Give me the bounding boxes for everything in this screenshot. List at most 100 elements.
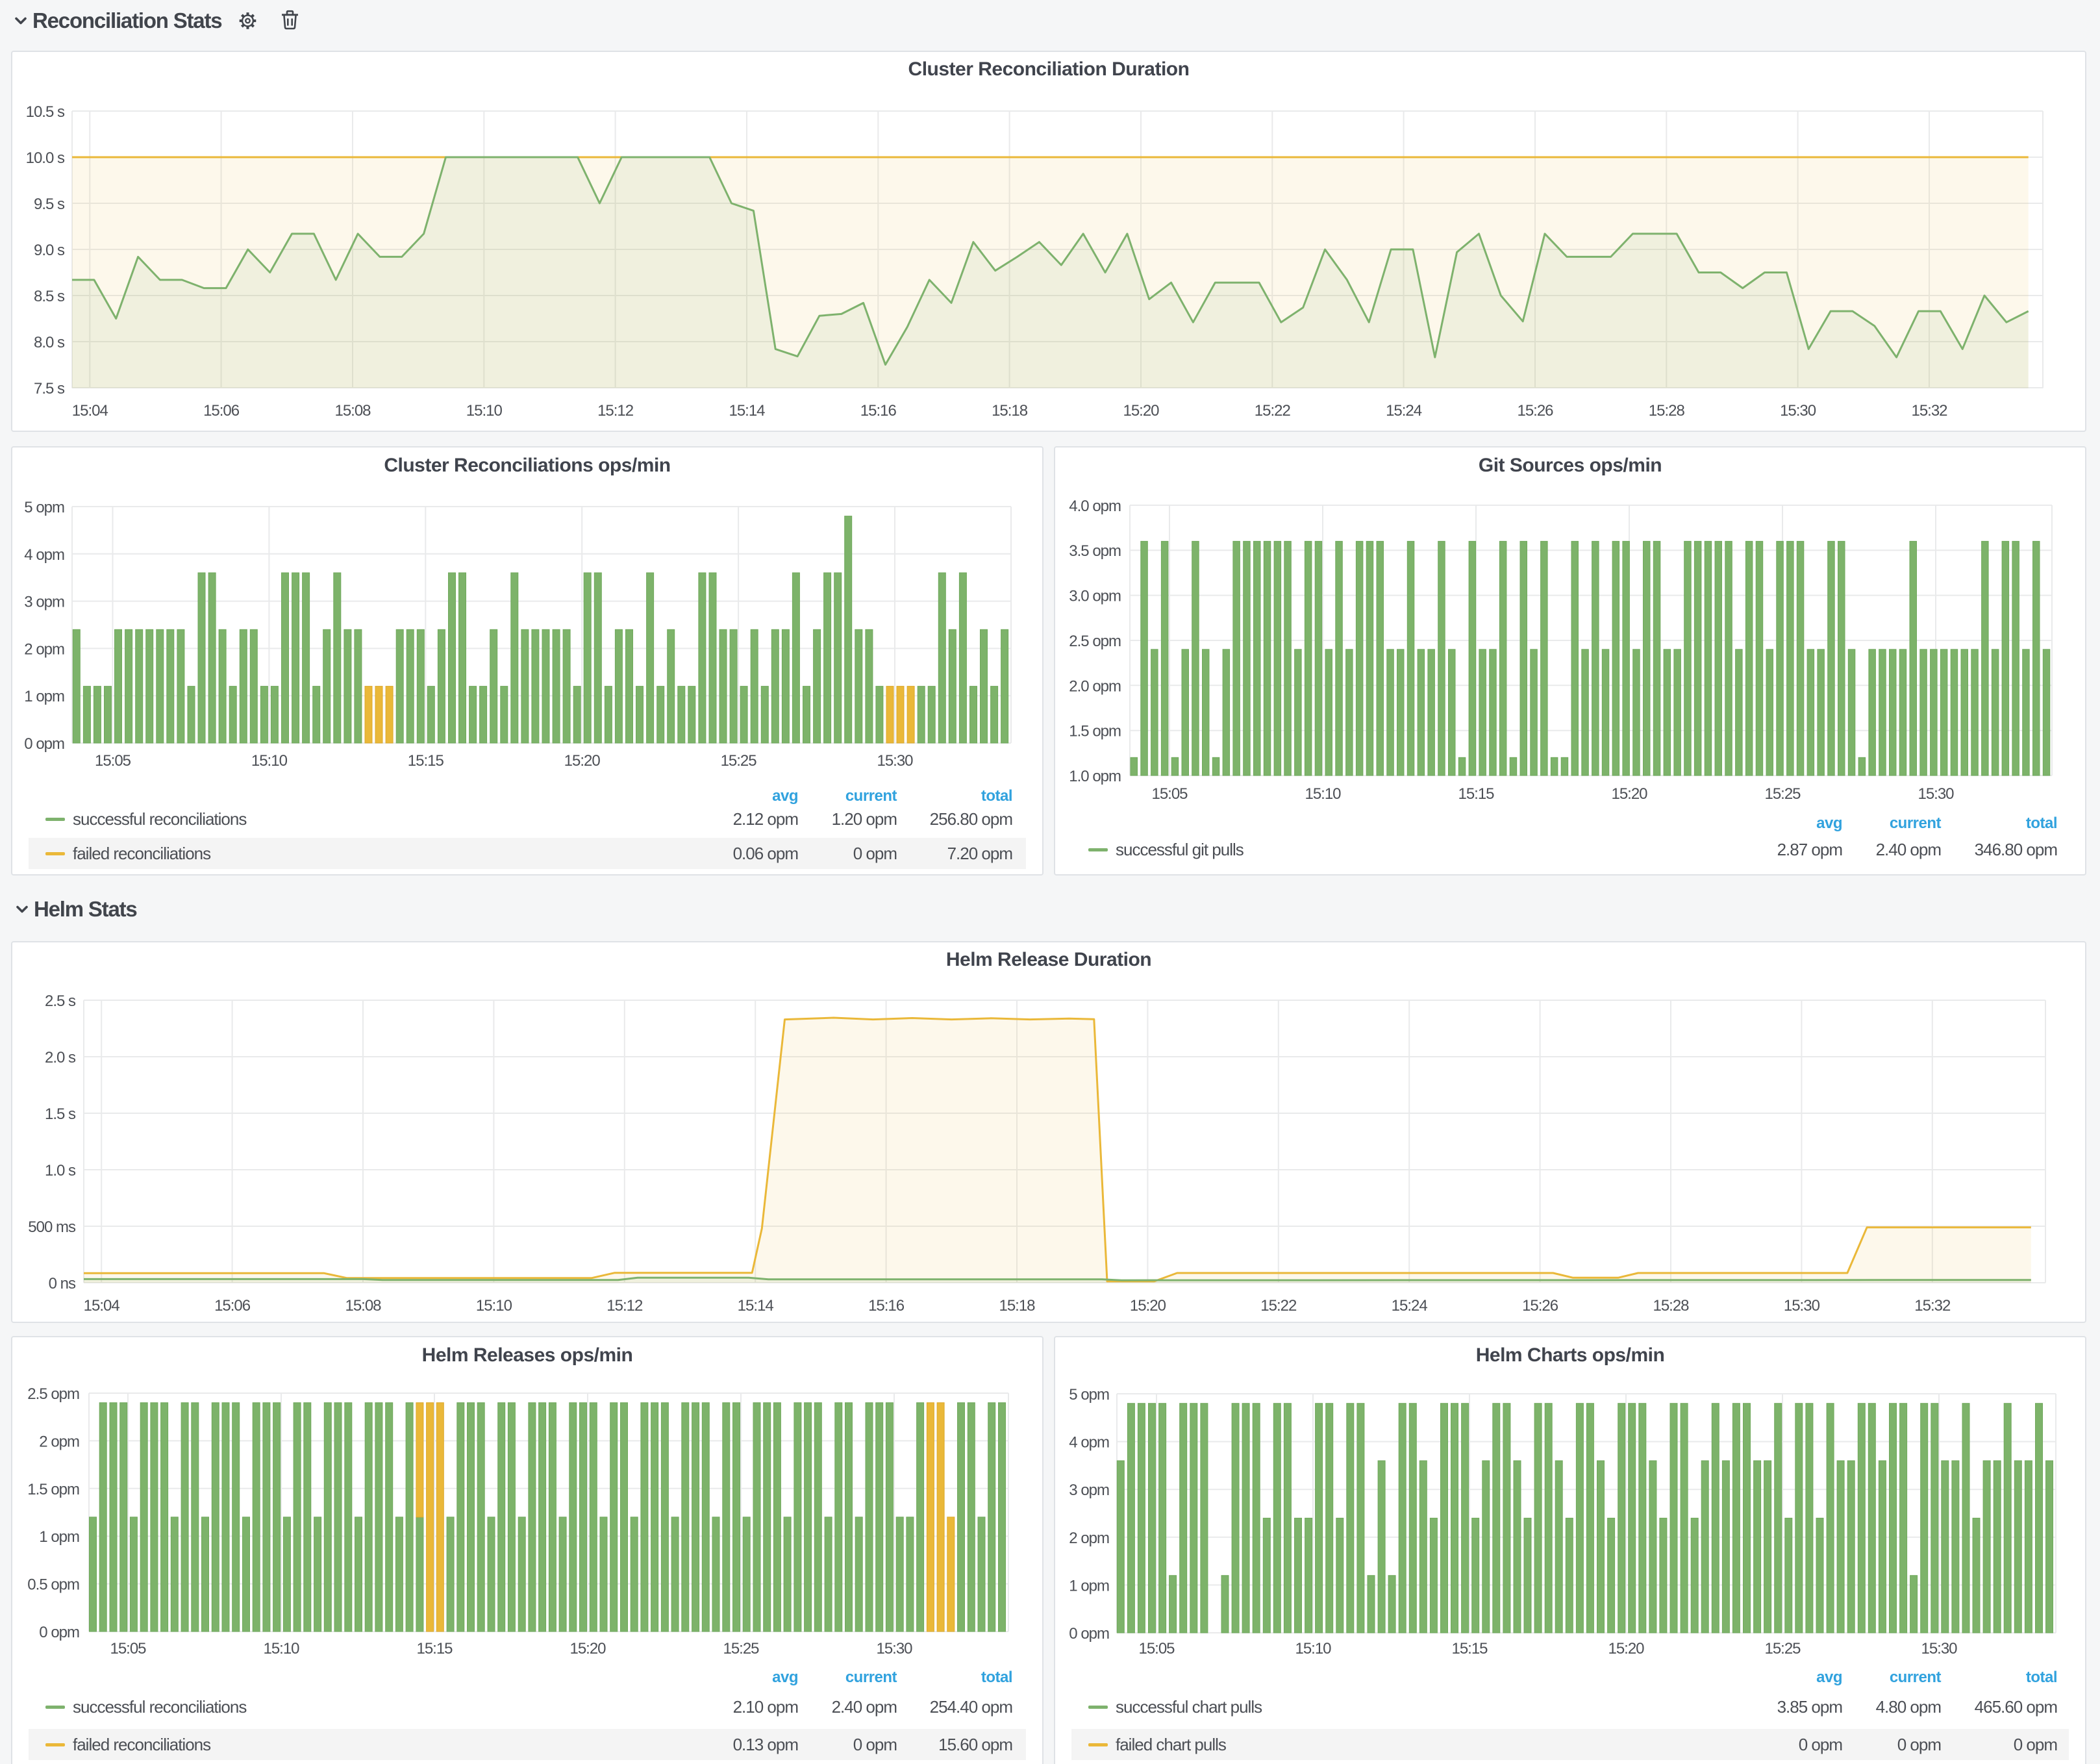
svg-text:15:30: 15:30 xyxy=(1780,402,1816,420)
svg-text:15:25: 15:25 xyxy=(723,1640,759,1657)
svg-text:total: total xyxy=(2026,1669,2057,1686)
svg-text:10.5 s: 10.5 s xyxy=(26,103,65,121)
svg-text:15:15: 15:15 xyxy=(1451,1640,1488,1657)
svg-text:15:25: 15:25 xyxy=(1764,1640,1801,1657)
svg-text:346.80 opm: 346.80 opm xyxy=(1975,840,2057,859)
svg-text:15:10: 15:10 xyxy=(1305,785,1341,803)
svg-text:1 opm: 1 opm xyxy=(39,1528,79,1546)
svg-text:0 opm: 0 opm xyxy=(2014,1735,2057,1754)
svg-text:5 opm: 5 opm xyxy=(24,499,64,516)
svg-text:successful reconciliations: successful reconciliations xyxy=(73,1697,247,1717)
svg-text:2.40 opm: 2.40 opm xyxy=(832,1697,897,1717)
svg-text:current: current xyxy=(1890,1669,1942,1686)
svg-text:7.20 opm: 7.20 opm xyxy=(947,844,1012,863)
svg-text:15:30: 15:30 xyxy=(876,1640,912,1657)
svg-text:15:10: 15:10 xyxy=(476,1297,512,1315)
svg-text:15:10: 15:10 xyxy=(263,1640,299,1657)
svg-text:0 opm: 0 opm xyxy=(39,1624,79,1641)
svg-text:15:26: 15:26 xyxy=(1517,402,1553,420)
svg-text:15:14: 15:14 xyxy=(729,402,765,420)
svg-text:3.85 opm: 3.85 opm xyxy=(1777,1697,1842,1717)
svg-text:1.5 s: 1.5 s xyxy=(45,1105,76,1123)
svg-text:15:05: 15:05 xyxy=(1151,785,1188,803)
svg-text:successful reconciliations: successful reconciliations xyxy=(73,809,247,829)
svg-text:15:30: 15:30 xyxy=(1921,1640,1957,1657)
svg-text:1 opm: 1 opm xyxy=(24,688,64,705)
svg-text:8.0 s: 8.0 s xyxy=(34,334,65,351)
svg-text:failed chart pulls: failed chart pulls xyxy=(1116,1735,1227,1754)
svg-text:8.5 s: 8.5 s xyxy=(34,288,65,305)
svg-text:1.5 opm: 1.5 opm xyxy=(27,1481,79,1498)
svg-text:0 opm: 0 opm xyxy=(853,844,897,863)
svg-text:254.40 opm: 254.40 opm xyxy=(930,1697,1012,1717)
svg-text:2.87 opm: 2.87 opm xyxy=(1777,840,1842,859)
svg-text:500 ms: 500 ms xyxy=(28,1218,76,1236)
svg-text:15:24: 15:24 xyxy=(1392,1297,1428,1315)
svg-text:15:25: 15:25 xyxy=(1764,785,1801,803)
svg-text:3 opm: 3 opm xyxy=(1069,1481,1109,1499)
svg-text:15:20: 15:20 xyxy=(1123,402,1159,420)
svg-text:current: current xyxy=(1890,814,1942,832)
svg-text:15:22: 15:22 xyxy=(1255,402,1291,420)
svg-text:15:30: 15:30 xyxy=(1784,1297,1820,1315)
svg-text:15:04: 15:04 xyxy=(84,1297,120,1315)
svg-text:failed reconciliations: failed reconciliations xyxy=(73,844,211,863)
svg-text:1 opm: 1 opm xyxy=(1069,1577,1109,1594)
svg-text:15:05: 15:05 xyxy=(95,752,131,770)
svg-text:15:18: 15:18 xyxy=(992,402,1028,420)
svg-text:7.5 s: 7.5 s xyxy=(34,380,65,397)
svg-text:15:04: 15:04 xyxy=(72,402,108,420)
svg-text:10.0 s: 10.0 s xyxy=(26,149,65,167)
svg-text:2 opm: 2 opm xyxy=(24,640,64,658)
svg-text:15:22: 15:22 xyxy=(1260,1297,1297,1315)
svg-text:failed reconciliations: failed reconciliations xyxy=(73,1735,211,1754)
svg-text:total: total xyxy=(981,787,1012,805)
svg-text:total: total xyxy=(2026,814,2057,832)
svg-text:total: total xyxy=(981,1669,1012,1686)
svg-text:0 opm: 0 opm xyxy=(1069,1625,1109,1643)
svg-text:3 opm: 3 opm xyxy=(24,594,64,611)
svg-text:15:05: 15:05 xyxy=(110,1640,146,1657)
svg-text:0 ns: 0 ns xyxy=(49,1275,76,1292)
svg-text:2.0 opm: 2.0 opm xyxy=(1069,677,1121,695)
svg-text:2.12 opm: 2.12 opm xyxy=(733,809,798,829)
svg-text:15.60 opm: 15.60 opm xyxy=(938,1735,1012,1754)
svg-text:2.5 s: 2.5 s xyxy=(45,992,76,1010)
svg-text:4 opm: 4 opm xyxy=(24,546,64,564)
svg-text:15:30: 15:30 xyxy=(1918,785,1954,803)
svg-text:15:20: 15:20 xyxy=(1130,1297,1166,1315)
svg-text:2.40 opm: 2.40 opm xyxy=(1876,840,1941,859)
svg-text:15:06: 15:06 xyxy=(214,1297,251,1315)
svg-text:15:30: 15:30 xyxy=(877,752,913,770)
svg-text:15:20: 15:20 xyxy=(1608,1640,1644,1657)
svg-text:9.0 s: 9.0 s xyxy=(34,242,65,259)
svg-text:15:10: 15:10 xyxy=(1295,1640,1331,1657)
svg-text:15:12: 15:12 xyxy=(606,1297,643,1315)
svg-text:2.10 opm: 2.10 opm xyxy=(733,1697,798,1717)
svg-text:256.80 opm: 256.80 opm xyxy=(930,809,1012,829)
svg-text:0.13 opm: 0.13 opm xyxy=(733,1735,798,1754)
svg-text:15:12: 15:12 xyxy=(597,402,634,420)
svg-text:15:16: 15:16 xyxy=(868,1297,905,1315)
svg-text:15:25: 15:25 xyxy=(721,752,757,770)
svg-text:avg: avg xyxy=(772,1669,798,1686)
svg-text:15:08: 15:08 xyxy=(345,1297,381,1315)
svg-text:1.0 s: 1.0 s xyxy=(45,1162,76,1179)
svg-text:0 opm: 0 opm xyxy=(1897,1735,1941,1754)
svg-text:avg: avg xyxy=(1816,814,1842,832)
svg-text:3.5 opm: 3.5 opm xyxy=(1069,542,1121,560)
svg-text:15:20: 15:20 xyxy=(1611,785,1647,803)
svg-text:5 opm: 5 opm xyxy=(1069,1386,1109,1404)
svg-text:1.5 opm: 1.5 opm xyxy=(1069,723,1121,740)
svg-text:2 opm: 2 opm xyxy=(39,1433,79,1450)
svg-text:0 opm: 0 opm xyxy=(1799,1735,1842,1754)
svg-text:4.80 opm: 4.80 opm xyxy=(1876,1697,1941,1717)
svg-text:4.0 opm: 4.0 opm xyxy=(1069,498,1121,515)
svg-text:1.20 opm: 1.20 opm xyxy=(832,809,897,829)
svg-text:15:06: 15:06 xyxy=(203,402,240,420)
svg-text:15:26: 15:26 xyxy=(1522,1297,1558,1315)
svg-text:15:15: 15:15 xyxy=(1458,785,1494,803)
svg-text:15:08: 15:08 xyxy=(334,402,371,420)
svg-text:9.5 s: 9.5 s xyxy=(34,195,65,213)
svg-text:15:28: 15:28 xyxy=(1653,1297,1689,1315)
